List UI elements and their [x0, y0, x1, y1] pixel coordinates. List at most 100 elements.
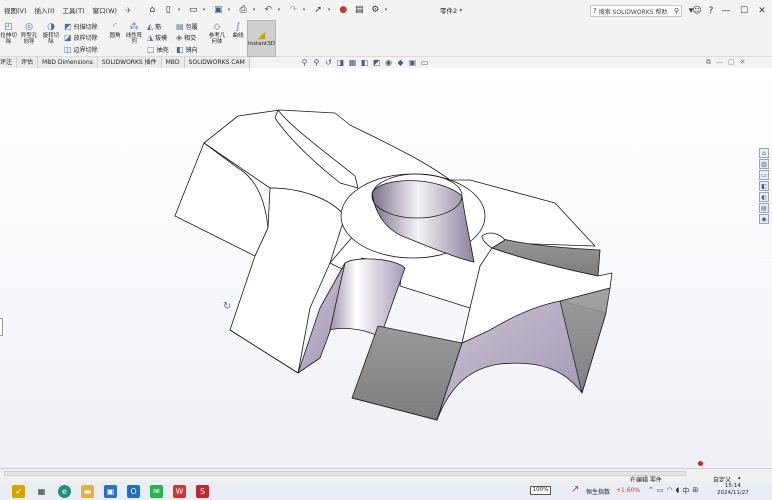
curves-button[interactable]: ∫ 曲线 [229, 22, 247, 39]
tray-display-icon[interactable]: ▭ [657, 486, 664, 496]
solidworks-forum-icon[interactable]: ◉ [759, 214, 769, 224]
doc-maximize-icon[interactable]: ▢ [728, 58, 735, 67]
zoom-to-fit-icon[interactable]: ⚲ [300, 58, 309, 67]
units-dropdown-icon[interactable]: ▴ [738, 475, 741, 481]
redo-dropdown-icon[interactable]: ▾ [303, 7, 309, 13]
mirror-button[interactable]: ◧ 镜向 [176, 45, 198, 54]
horizontal-scrollbar[interactable] [4, 471, 686, 476]
taskbar-clock[interactable]: 15:14 2024/11/27 [717, 483, 749, 497]
intersect-button[interactable]: ◈ 相交 [176, 33, 196, 42]
file-explorer-taskbar-icon[interactable]: ▬ [81, 484, 94, 498]
fillet-button[interactable]: ◜ 圆角 [106, 22, 124, 39]
wifi-icon[interactable]: ◠ [667, 486, 673, 496]
undo-dropdown-icon[interactable]: ▾ [278, 7, 284, 13]
options-dropdown-icon[interactable]: ▾ [385, 7, 391, 13]
edit-appearance-icon[interactable]: ◆ [396, 58, 405, 67]
tab-annotation[interactable]: 评注 [0, 57, 18, 68]
edge-browser-icon[interactable]: e [58, 484, 71, 498]
draft-button[interactable]: ◮ 拔模 [147, 33, 167, 42]
help-icon[interactable]: ? [704, 4, 718, 17]
task-view-icon[interactable]: ▦ [35, 485, 48, 498]
previous-view-icon[interactable]: ↺ [324, 58, 333, 67]
menu-insert[interactable]: 插入(I) [31, 5, 59, 15]
solidworks-resources-icon[interactable]: ⌂ [759, 148, 769, 158]
reference-geometry-button[interactable]: ◇ 参考几 何体 [206, 22, 228, 45]
part-model[interactable] [0, 68, 772, 468]
new-icon[interactable]: ▯ [162, 4, 175, 17]
select-dropdown-icon[interactable]: ▾ [328, 7, 334, 13]
custom-properties-icon[interactable]: ▤ [759, 203, 769, 213]
new-dropdown-icon[interactable]: ▾ [178, 7, 184, 13]
apply-scene-icon[interactable]: ▣ [408, 58, 417, 67]
file-properties-icon[interactable]: ▤ [353, 4, 366, 17]
shell-button[interactable]: ▢ 抽壳 [147, 45, 169, 54]
save-dropdown-icon[interactable]: ▾ [228, 7, 234, 13]
feature-manager-handle[interactable] [0, 318, 3, 336]
view-settings-icon[interactable]: ▭ [420, 58, 429, 67]
maximize-button[interactable]: ☐ [737, 4, 751, 17]
menu-window[interactable]: 窗口(W) [89, 5, 122, 15]
open-icon[interactable]: ▭ [187, 4, 200, 17]
tab-solidworks-cam[interactable]: SOLIDWORKS CAM [184, 57, 250, 68]
minimize-button[interactable]: — [719, 4, 733, 17]
wrap-button[interactable]: ▤ 包覆 [176, 22, 198, 31]
revolve-cut-button[interactable]: ◑ 旋转切 除 [41, 22, 61, 45]
hole-wizard-button[interactable]: ◎ 异型孔 向导 [19, 22, 39, 45]
store-icon[interactable]: ▣ [104, 484, 117, 498]
doc-close-icon[interactable]: ✕ [740, 58, 746, 67]
redo-icon[interactable]: ↷ [287, 4, 300, 17]
open-dropdown-icon[interactable]: ▾ [203, 7, 209, 13]
outlook-icon[interactable]: O [127, 484, 140, 498]
zoom-to-area-icon[interactable]: ⚲ [312, 58, 321, 67]
user-icon[interactable]: ☺ [690, 4, 704, 17]
appearances-icon[interactable]: ◐ [759, 192, 769, 202]
menu-tools[interactable]: 工具(T) [59, 5, 89, 15]
swept-cut-button[interactable]: ◩ 扫描切除 [64, 22, 98, 31]
ime-indicator[interactable]: 中 [682, 486, 689, 496]
lofted-cut-button[interactable]: ◪ 放样切除 [64, 33, 98, 42]
ime-mode-icon[interactable]: ⊞ [692, 486, 698, 496]
file-explorer-icon[interactable]: ▭ [759, 170, 769, 180]
display-style-icon[interactable]: ◩ [372, 58, 381, 67]
tab-mbd[interactable]: MBD [161, 57, 185, 68]
help-search-box[interactable]: ? 搜索 SOLIDWORKS 帮助 ⚲ [590, 5, 682, 17]
boundary-cut-button[interactable]: ◫ 边界切除 [64, 45, 98, 54]
cut-extrude-button[interactable]: ◰ 拉伸切 除 [0, 22, 17, 45]
instant3d-button[interactable]: ◢ Instant3D [247, 20, 276, 57]
close-button[interactable]: ✕ [755, 4, 769, 17]
undo-icon[interactable]: ↶ [262, 4, 275, 17]
dynamic-annotation-icon[interactable]: ▦ [348, 58, 357, 67]
save-icon[interactable]: ▣ [212, 4, 225, 17]
app-launcher-icon[interactable]: ➶ [12, 484, 25, 498]
menu-view[interactable]: 视图(V) [0, 5, 31, 15]
section-view-icon[interactable]: ◨ [336, 58, 345, 67]
stock-widget-name[interactable]: 恒生指数 [586, 487, 610, 496]
graphics-area[interactable]: ⌂ ▥ ▭ ◧ ◐ ▤ ◉ ↻ [0, 68, 772, 500]
wechat-icon[interactable]: ✉ [150, 484, 163, 498]
solidworks-taskbar-icon[interactable]: S [196, 484, 209, 498]
linear-pattern-button[interactable]: ⁂ 线性阵 列 [123, 22, 145, 45]
wps-icon[interactable]: W [173, 484, 186, 498]
volume-icon[interactable]: ◖ [676, 486, 680, 496]
view-orientation-icon[interactable]: ◧ [360, 58, 369, 67]
print-icon[interactable]: ⎙ [237, 4, 250, 17]
tab-mbd-dimensions[interactable]: MBD Dimensions [38, 57, 98, 68]
rib-button[interactable]: ◭ 筋 [147, 22, 161, 31]
view-palette-icon[interactable]: ◧ [759, 181, 769, 191]
design-library-icon[interactable]: ▥ [759, 159, 769, 169]
traffic-light-icon[interactable]: ● [337, 4, 350, 17]
search-icon[interactable]: ⚲ [674, 7, 679, 15]
hide-show-items-icon[interactable]: ◉ [384, 58, 393, 67]
print-dropdown-icon[interactable]: ▾ [253, 7, 259, 13]
search-input[interactable]: 搜索 SOLIDWORKS 帮助 [599, 7, 674, 16]
tray-expand-icon[interactable]: ⌃ [648, 486, 654, 496]
pin-icon[interactable]: ✈ [121, 6, 136, 15]
front-dark-face[interactable] [351, 325, 463, 421]
select-icon[interactable]: ➚ [312, 4, 325, 17]
doc-restore-icon[interactable]: ⧉ [706, 58, 711, 67]
home-icon[interactable]: ⌂ [146, 4, 159, 17]
tab-evaluate[interactable]: 评估 [17, 57, 39, 68]
tab-solidworks-addins[interactable]: SOLIDWORKS 插件 [97, 57, 162, 68]
options-icon[interactable]: ⚙ [369, 4, 382, 17]
doc-minimize-icon[interactable]: — [716, 58, 723, 67]
